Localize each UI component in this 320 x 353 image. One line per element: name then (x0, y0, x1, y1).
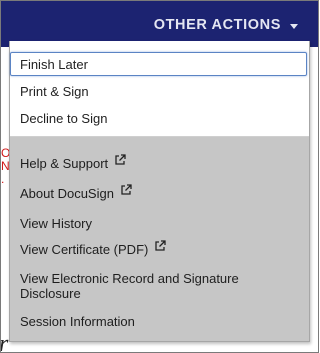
menu-item-label: About DocuSign (20, 185, 114, 201)
primary-actions-section: Finish Later Print & Sign Decline to Sig… (10, 41, 309, 137)
menu-item-print-sign[interactable]: Print & Sign (20, 83, 89, 99)
menu-item-view-history[interactable]: View History (20, 215, 92, 231)
other-actions-menu: Finish Later Print & Sign Decline to Sig… (9, 41, 310, 342)
background-partial-text: r (1, 331, 8, 352)
menu-item-label: Print & Sign (20, 83, 89, 99)
menu-item-help-support[interactable]: Help & Support (20, 154, 126, 171)
menu-item-decline-to-sign[interactable]: Decline to Sign (20, 110, 107, 126)
menu-item-label: View History (20, 215, 93, 231)
menu-item-label: Help & Support (20, 155, 109, 171)
menu-item-label: Decline to Sign (20, 110, 108, 126)
menu-item-about-docusign[interactable]: About DocuSign (20, 184, 132, 201)
external-link-icon (154, 240, 166, 252)
external-link-icon (120, 184, 132, 196)
menu-item-view-disclosure[interactable]: View Electronic Record and Signature Dis… (20, 271, 260, 301)
menu-item-view-certificate[interactable]: View Certificate (PDF) (20, 240, 166, 257)
menu-item-session-information[interactable]: Session Information (20, 313, 135, 329)
other-actions-button[interactable]: OTHER ACTIONS (154, 15, 298, 35)
menu-item-finish-later[interactable]: Finish Later (10, 52, 307, 76)
window-frame: O N . r OTHER ACTIONS Finish Later Print… (0, 0, 319, 353)
menu-item-label: Session Information (20, 313, 135, 329)
caret-down-icon (290, 23, 298, 29)
menu-item-label: View Certificate (PDF) (20, 241, 149, 257)
menu-item-label: View Electronic Record and Signature Dis… (20, 271, 239, 301)
other-actions-label: OTHER ACTIONS (153, 17, 281, 33)
menu-item-label: Finish Later (20, 56, 88, 72)
external-link-icon (114, 154, 126, 166)
